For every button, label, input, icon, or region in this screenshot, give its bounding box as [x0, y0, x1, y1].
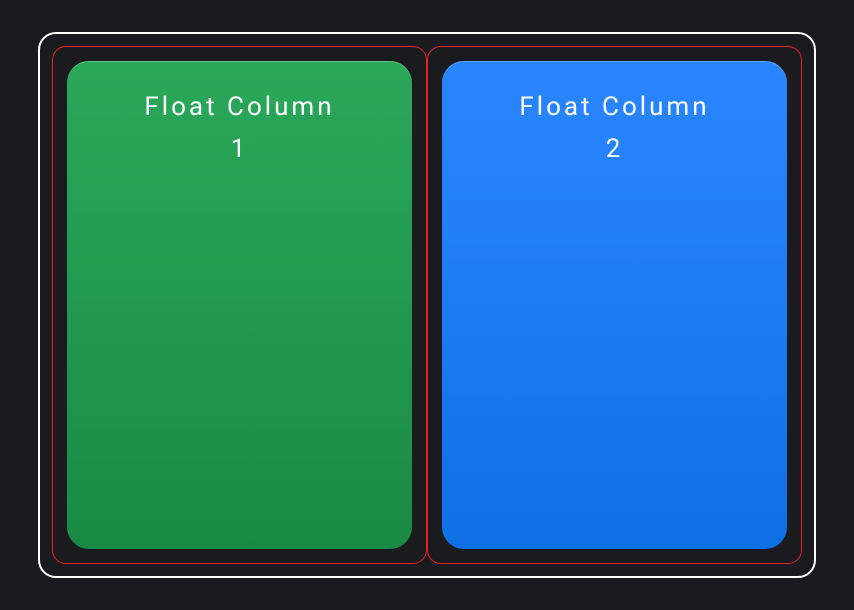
column-outline-2: Float Column 2: [427, 46, 802, 564]
column-2-label-line1: Float Column: [442, 87, 787, 129]
columns-row: Float Column 1 Float Column 2: [52, 46, 802, 564]
float-column-2: Float Column 2: [442, 61, 787, 549]
column-1-label-line1: Float Column: [67, 87, 412, 129]
column-1-label-line2: 1: [67, 129, 412, 171]
float-container: Float Column 1 Float Column 2: [38, 32, 816, 578]
column-outline-1: Float Column 1: [52, 46, 427, 564]
column-2-label-line2: 2: [442, 129, 787, 171]
float-column-1: Float Column 1: [67, 61, 412, 549]
